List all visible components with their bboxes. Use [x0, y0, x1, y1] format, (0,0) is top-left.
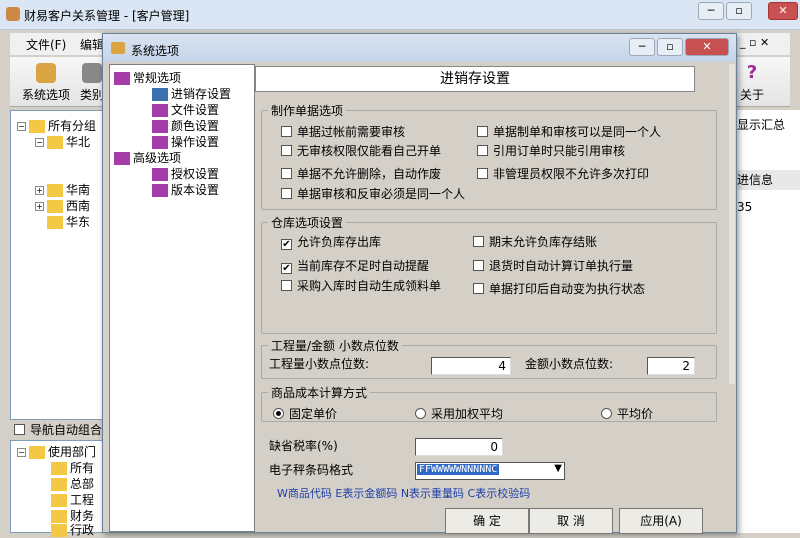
- tree-item-inventory[interactable]: 进销存设置: [152, 85, 231, 102]
- dept-tree: − 使用部门 所有 总部 工程 财务 行政: [10, 440, 110, 537]
- tree-item-auth[interactable]: 授权设置: [152, 165, 219, 182]
- mdi-controls[interactable]: _ ▫ ✕: [740, 36, 769, 49]
- group-tree: − 所有分组 − 华北 + 华南 + 西南 华东: [10, 110, 110, 420]
- dialog-close-button[interactable]: ✕: [685, 38, 729, 56]
- tree-item-operation[interactable]: 操作设置: [152, 133, 219, 150]
- cost-method-radio[interactable]: 采用加权平均: [415, 405, 503, 422]
- dialog-title: 系统选项: [131, 44, 180, 58]
- maximize-button[interactable]: ▫: [726, 2, 752, 20]
- cell-value: 35: [737, 200, 753, 214]
- book-icon: [152, 88, 168, 101]
- tree-item[interactable]: − 华北: [35, 133, 90, 150]
- dialog-title-bar: 系统选项 ─ ▫ ✕: [103, 34, 736, 62]
- doc-option-checkbox[interactable]: 单据过帐前需要审核: [281, 123, 405, 140]
- folder-icon: [29, 120, 45, 133]
- tax-input[interactable]: 0: [415, 438, 503, 456]
- column-header: 进信息: [737, 170, 800, 190]
- cancel-button[interactable]: 取 消: [529, 508, 613, 534]
- tax-label: 缺省税率(%): [269, 439, 338, 453]
- tree-item[interactable]: 行政: [51, 521, 94, 538]
- book-icon: [152, 120, 168, 133]
- system-options-button[interactable]: 系统选项: [22, 63, 70, 103]
- tree-item[interactable]: 工程: [51, 491, 94, 508]
- close-button[interactable]: ✕: [768, 2, 798, 20]
- dialog-minimize-button[interactable]: ─: [629, 38, 655, 56]
- folder-icon: [47, 200, 63, 213]
- tree-item[interactable]: − 所有分组: [17, 117, 96, 134]
- app-icon: [6, 7, 20, 21]
- book-icon: [152, 184, 168, 197]
- options-tree: 常规选项 进销存设置 文件设置 颜色设置 操作设置 高级选项 授权设置 版本设置: [109, 64, 255, 532]
- nav-auto-combine-checkbox[interactable]: 导航自动组合: [14, 421, 102, 438]
- barcode-select[interactable]: FFWWWWWNNNNNC ▼: [415, 462, 565, 480]
- tree-item-color[interactable]: 颜色设置: [152, 117, 219, 134]
- doc-option-checkbox[interactable]: 单据审核和反审必须是同一个人: [281, 185, 465, 202]
- barcode-hint: W商品代码 E表示金额码 N表示重量码 C表示校验码: [277, 487, 531, 500]
- tree-item[interactable]: + 华南: [35, 181, 90, 198]
- amt-decimal-label: 金额小数点位数:: [525, 357, 614, 371]
- folder-icon: [51, 478, 67, 491]
- doc-option-checkbox[interactable]: 无审核权限仅能看自己开单: [281, 142, 441, 159]
- menu-edit[interactable]: 编辑: [80, 36, 104, 53]
- book-icon: [152, 104, 168, 117]
- stock-option-checkbox[interactable]: 期末允许负库存结账: [473, 233, 597, 250]
- tree-item-version[interactable]: 版本设置: [152, 181, 219, 198]
- tree-item[interactable]: + 西南: [35, 197, 90, 214]
- options-panel: 进销存设置 制作单据选项 仓库选项设置 工程量/金额 小数点位数 工程量小数点位…: [255, 64, 735, 532]
- book-icon: [114, 152, 130, 165]
- doc-option-checkbox[interactable]: 单据不允许删除，自动作废: [281, 165, 441, 182]
- doc-option-checkbox[interactable]: 单据制单和审核可以是同一个人: [477, 123, 661, 140]
- folder-icon: [47, 136, 63, 149]
- tree-node-general[interactable]: 常规选项: [114, 69, 181, 86]
- apply-button[interactable]: 应用(A): [619, 508, 703, 534]
- cost-method-radio[interactable]: 平均价: [601, 405, 653, 422]
- tree-item-file[interactable]: 文件设置: [152, 101, 219, 118]
- key-icon: [111, 42, 125, 54]
- tree-item[interactable]: 总部: [51, 475, 94, 492]
- section-header: 进销存设置: [255, 66, 695, 92]
- qty-decimal-label: 工程量小数点位数:: [269, 357, 370, 371]
- dialog-maximize-button[interactable]: ▫: [657, 38, 683, 56]
- book-icon: [152, 136, 168, 149]
- minimize-button[interactable]: ─: [698, 2, 724, 20]
- tree-item[interactable]: 华东: [47, 213, 90, 230]
- ok-button[interactable]: 确 定: [445, 508, 529, 534]
- stock-options-group: 仓库选项设置: [261, 214, 717, 334]
- help-icon: ?: [746, 62, 758, 83]
- doc-option-checkbox[interactable]: 非管理员权限不允许多次打印: [477, 165, 649, 182]
- folder-icon: [51, 494, 67, 507]
- about-button[interactable]: ? 关于: [740, 63, 764, 103]
- category-icon: [82, 63, 102, 83]
- folder-icon: [51, 524, 67, 537]
- system-options-dialog: 系统选项 ─ ▫ ✕ 常规选项 进销存设置 文件设置 颜色设置 操作设置 高级选…: [102, 33, 737, 534]
- category-button[interactable]: 类别: [80, 63, 104, 103]
- scrollbar[interactable]: [729, 64, 735, 384]
- client-area: 显示汇总 进信息 35: [730, 110, 800, 533]
- barcode-label: 电子秤条码格式: [269, 463, 354, 477]
- tree-node-advanced[interactable]: 高级选项: [114, 149, 181, 166]
- amt-decimal-input[interactable]: 2: [647, 357, 695, 375]
- book-icon: [114, 72, 130, 85]
- stock-option-checkbox[interactable]: 退货时自动计算订单执行量: [473, 257, 633, 274]
- book-icon: [152, 168, 168, 181]
- key-icon: [36, 63, 56, 83]
- chevron-down-icon[interactable]: ▼: [554, 463, 562, 474]
- doc-option-checkbox[interactable]: 引用订单时只能引用审核: [477, 142, 625, 159]
- folder-icon: [47, 216, 63, 229]
- main-title: 财易客户关系管理 - [客户管理]: [24, 9, 190, 23]
- stock-option-checkbox[interactable]: ✔ 当前库存不足时自动提醒: [281, 257, 429, 274]
- folder-icon: [47, 184, 63, 197]
- folder-icon: [29, 446, 45, 459]
- summary-label[interactable]: 显示汇总: [737, 116, 785, 133]
- stock-option-checkbox[interactable]: 采购入库时自动生成领料单: [281, 277, 441, 294]
- tree-item[interactable]: 所有: [51, 459, 94, 476]
- folder-icon: [51, 462, 67, 475]
- menu-file[interactable]: 文件(F): [26, 36, 66, 53]
- stock-option-checkbox[interactable]: 单据打印后自动变为执行状态: [473, 280, 645, 297]
- cost-method-radio[interactable]: 固定单价: [273, 405, 337, 422]
- main-title-bar: 财易客户关系管理 - [客户管理] ─ ▫ ✕: [0, 0, 800, 30]
- stock-option-checkbox[interactable]: ✔ 允许负库存出库: [281, 233, 381, 250]
- qty-decimal-input[interactable]: 4: [431, 357, 511, 375]
- tree-item[interactable]: − 使用部门: [17, 443, 96, 460]
